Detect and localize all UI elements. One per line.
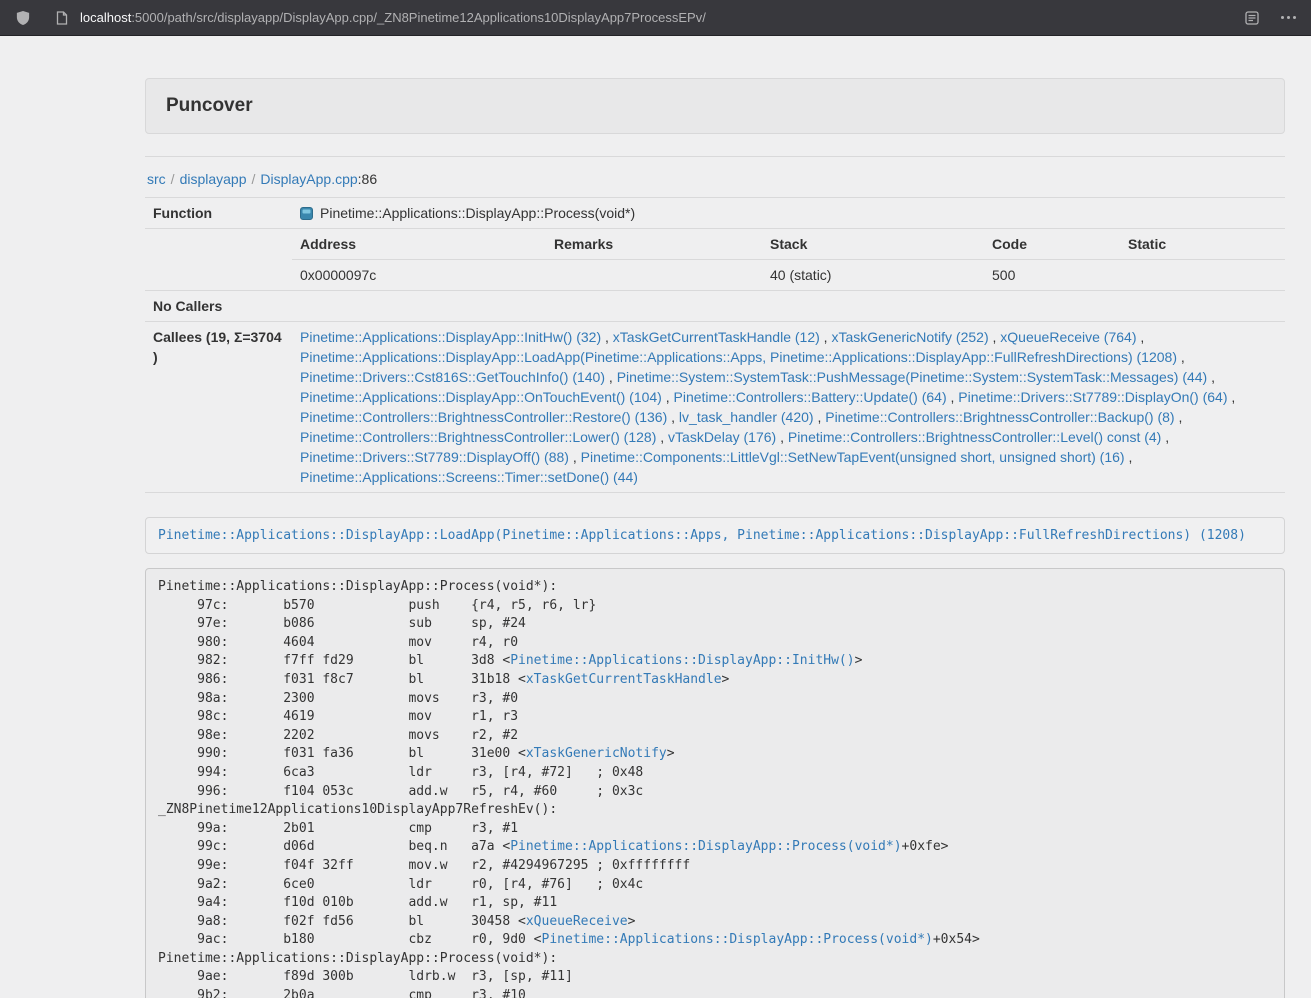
url-bar[interactable]: localhost:5000/path/src/displayapp/Displ… xyxy=(46,5,712,31)
callee-separator: , xyxy=(947,389,959,405)
callee-link[interactable]: Pinetime::System::SystemTask::PushMessag… xyxy=(617,369,1208,385)
callee-separator: , xyxy=(820,329,832,345)
callee-separator: , xyxy=(1175,409,1183,425)
app-header: Puncover xyxy=(145,78,1285,134)
url-path: :5000/path/src/displayapp/DisplayApp.cpp… xyxy=(131,10,706,25)
overflow-menu-button[interactable] xyxy=(1275,5,1301,31)
function-cell: Pinetime::Applications::DisplayApp::Proc… xyxy=(300,203,1277,223)
page-identity-icon[interactable] xyxy=(52,8,72,28)
stats-value-row: 0x0000097c 40 (static) 500 xyxy=(292,260,1285,291)
callee-link[interactable]: vTaskDelay (176) xyxy=(668,429,776,445)
code-symbol-link[interactable]: xTaskGetCurrentTaskHandle xyxy=(526,672,722,687)
callee-separator: , xyxy=(601,329,613,345)
page-icon xyxy=(56,11,68,25)
callee-link[interactable]: xTaskGenericNotify (252) xyxy=(831,329,988,345)
callee-link[interactable]: Pinetime::Controllers::Battery::Update()… xyxy=(674,389,947,405)
stats-header-code: Code xyxy=(984,229,1120,260)
selected-callee-link[interactable]: Pinetime::Applications::DisplayApp::Load… xyxy=(158,528,1246,543)
disassembly-pre: Pinetime::Applications::DisplayApp::Proc… xyxy=(145,568,1285,998)
url-text: localhost:5000/path/src/displayapp/Displ… xyxy=(80,10,706,25)
code-symbol-link[interactable]: xQueueReceive xyxy=(526,914,628,929)
stats-header-stack: Stack xyxy=(762,229,984,260)
breadcrumb-separator: / xyxy=(166,171,180,187)
callees-label: Callees (19, Σ=3704 ) xyxy=(145,322,292,493)
code-symbol-link[interactable]: Pinetime::Applications::DisplayApp::Proc… xyxy=(510,839,901,854)
selected-callee-panel: Pinetime::Applications::DisplayApp::Load… xyxy=(145,517,1285,554)
callee-separator: , xyxy=(1161,429,1169,445)
callee-link[interactable]: Pinetime::Drivers::St7789::DisplayOff() … xyxy=(300,449,569,465)
callee-separator: , xyxy=(1207,369,1215,385)
callee-separator: , xyxy=(1228,389,1236,405)
callee-link[interactable]: lv_task_handler (420) xyxy=(679,409,814,425)
code-symbol-link[interactable]: Pinetime::Applications::DisplayApp::Init… xyxy=(510,653,854,668)
callee-link[interactable]: Pinetime::Controllers::BrightnessControl… xyxy=(825,409,1174,425)
stats-header-row: Address Remarks Stack Code Static xyxy=(292,229,1285,260)
address-value: 0x0000097c xyxy=(292,260,546,291)
url-host: localhost xyxy=(80,10,131,25)
breadcrumb-link-src[interactable]: src xyxy=(147,171,166,187)
browser-toolbar: localhost:5000/path/src/displayapp/Displ… xyxy=(0,0,1311,36)
callee-link[interactable]: xTaskGetCurrentTaskHandle (12) xyxy=(613,329,820,345)
callee-link[interactable]: Pinetime::Drivers::St7789::DisplayOn() (… xyxy=(958,389,1227,405)
callee-link[interactable]: Pinetime::Controllers::BrightnessControl… xyxy=(300,429,656,445)
no-callers-row: No Callers xyxy=(145,291,1285,322)
callee-link[interactable]: Pinetime::Components::LittleVgl::SetNewT… xyxy=(581,449,1125,465)
callee-separator: , xyxy=(1177,349,1185,365)
function-symbol-icon xyxy=(300,207,313,220)
breadcrumb: src/displayapp/DisplayApp.cpp:86 xyxy=(147,171,1285,187)
callee-link[interactable]: Pinetime::Applications::DisplayApp::Load… xyxy=(300,349,1177,365)
stats-header-remarks: Remarks xyxy=(546,229,762,260)
reader-mode-button[interactable] xyxy=(1239,5,1265,31)
code-value: 500 xyxy=(984,260,1120,291)
no-callers-label: No Callers xyxy=(145,291,292,322)
callee-link[interactable]: Pinetime::Applications::DisplayApp::Init… xyxy=(300,329,601,345)
breadcrumb-link-displayapp[interactable]: displayapp xyxy=(180,171,247,187)
stats-row: Address Remarks Stack Code Static 0x0000… xyxy=(145,229,1285,291)
callees-row: Callees (19, Σ=3704 ) Pinetime::Applicat… xyxy=(145,322,1285,493)
callee-separator: , xyxy=(1125,449,1133,465)
callee-separator: , xyxy=(989,329,1001,345)
callee-link[interactable]: Pinetime::Controllers::BrightnessControl… xyxy=(300,409,667,425)
callee-link[interactable]: Pinetime::Applications::DisplayApp::OnTo… xyxy=(300,389,662,405)
callee-separator: , xyxy=(662,389,674,405)
callee-separator: , xyxy=(569,449,581,465)
function-row: Function Pinetime::Applications::Display… xyxy=(145,198,1285,229)
header-divider xyxy=(145,156,1285,157)
stack-value: 40 (static) xyxy=(762,260,984,291)
callee-separator: , xyxy=(605,369,617,385)
callee-link[interactable]: Pinetime::Controllers::BrightnessControl… xyxy=(788,429,1161,445)
callee-separator: , xyxy=(1136,329,1144,345)
static-value xyxy=(1120,260,1285,291)
callee-separator: , xyxy=(814,409,826,425)
callee-link[interactable]: xQueueReceive (764) xyxy=(1000,329,1136,345)
remarks-value xyxy=(546,260,762,291)
breadcrumb-link-file[interactable]: DisplayApp.cpp xyxy=(260,171,357,187)
callee-separator: , xyxy=(656,429,668,445)
function-signature: Pinetime::Applications::DisplayApp::Proc… xyxy=(320,203,635,223)
page-container: Puncover src/displayapp/DisplayApp.cpp:8… xyxy=(145,36,1285,998)
breadcrumb-separator: / xyxy=(247,171,261,187)
breadcrumb-line-number: :86 xyxy=(358,171,377,187)
code-symbol-link[interactable]: xTaskGenericNotify xyxy=(526,746,667,761)
callee-link[interactable]: Pinetime::Drivers::Cst816S::GetTouchInfo… xyxy=(300,369,605,385)
ellipsis-icon xyxy=(1281,16,1296,19)
tracking-protection-shield-icon[interactable] xyxy=(10,5,36,31)
callee-link[interactable]: Pinetime::Applications::Screens::Timer::… xyxy=(300,469,638,485)
stats-header-address: Address xyxy=(292,229,546,260)
page-title: Puncover xyxy=(166,93,1264,119)
no-callers-cell xyxy=(292,291,1285,322)
callee-separator: , xyxy=(667,409,679,425)
stats-table: Address Remarks Stack Code Static 0x0000… xyxy=(292,229,1285,290)
shield-icon xyxy=(16,10,30,26)
stats-row-label xyxy=(145,229,292,291)
callees-list: Pinetime::Applications::DisplayApp::Init… xyxy=(292,322,1285,493)
function-label: Function xyxy=(145,198,292,229)
code-symbol-link[interactable]: Pinetime::Applications::DisplayApp::Proc… xyxy=(542,932,933,947)
stats-header-static: Static xyxy=(1120,229,1285,260)
symbol-table: Function Pinetime::Applications::Display… xyxy=(145,197,1285,493)
callee-separator: , xyxy=(776,429,788,445)
reader-mode-icon xyxy=(1245,11,1259,25)
